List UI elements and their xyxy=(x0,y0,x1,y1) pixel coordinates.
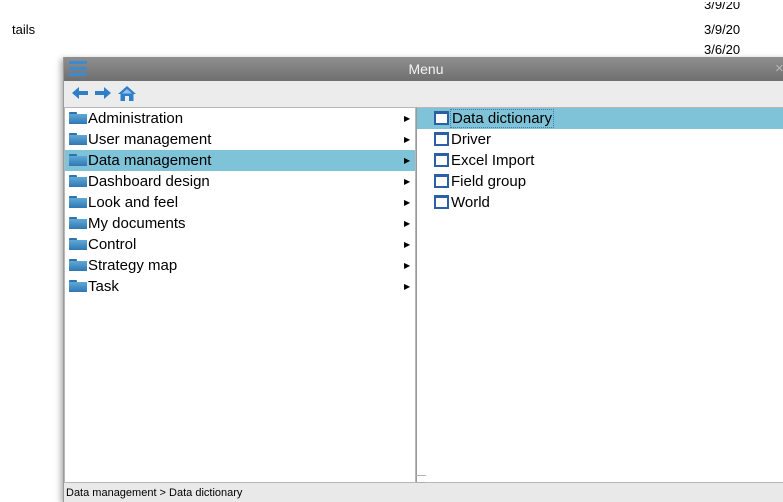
menu-item-look-and-feel[interactable]: Look and feel ▶ xyxy=(65,192,415,213)
background-date: 3/6/20 xyxy=(704,42,741,57)
submenu-item-excel-import[interactable]: Excel Import xyxy=(417,150,783,171)
document-icon xyxy=(434,153,449,167)
left-menu-pane: Administration ▶ User management ▶ Data … xyxy=(64,107,416,483)
submenu-arrow-icon: ▶ xyxy=(404,240,411,249)
back-arrow-icon[interactable] xyxy=(71,85,89,106)
home-icon[interactable] xyxy=(117,85,137,107)
close-icon[interactable]: × xyxy=(775,60,783,77)
document-icon xyxy=(434,132,449,146)
menu-item-task[interactable]: Task ▶ xyxy=(65,276,415,297)
background-date: 3/9/20 xyxy=(704,22,741,37)
menu-item-my-documents[interactable]: My documents ▶ xyxy=(65,213,415,234)
pane-resize-handle[interactable] xyxy=(416,475,426,483)
menu-item-label: Data management xyxy=(88,152,212,169)
folder-icon xyxy=(69,259,87,271)
menu-item-label: Control xyxy=(88,236,137,253)
menu-item-label: My documents xyxy=(88,215,186,232)
submenu-item-label: Field group xyxy=(451,173,527,190)
submenu-arrow-icon: ▶ xyxy=(404,282,411,291)
submenu-item-label: Data dictionary xyxy=(449,109,555,128)
folder-icon xyxy=(69,175,87,187)
menu-item-label: Administration xyxy=(88,110,184,127)
folder-icon xyxy=(69,112,87,124)
submenu-item-driver[interactable]: Driver xyxy=(417,129,783,150)
folder-icon xyxy=(69,238,87,250)
right-menu-pane: Data dictionary Driver Excel Import Fiel… xyxy=(416,107,783,483)
menu-item-label: Strategy map xyxy=(88,257,178,274)
menu-window: Menu × Administration ▶ User management … xyxy=(63,57,783,502)
submenu-item-label: Excel Import xyxy=(451,152,535,169)
toolbar xyxy=(64,81,783,107)
submenu-item-label: Driver xyxy=(451,131,491,148)
forward-arrow-icon[interactable] xyxy=(94,85,112,106)
submenu-item-field-group[interactable]: Field group xyxy=(417,171,783,192)
title-bar[interactable]: Menu × xyxy=(64,57,783,81)
menu-item-label: User management xyxy=(88,131,212,148)
menu-item-user-management[interactable]: User management ▶ xyxy=(65,129,415,150)
menu-item-dashboard-design[interactable]: Dashboard design ▶ xyxy=(65,171,415,192)
submenu-item-label: World xyxy=(451,194,490,211)
submenu-item-data-dictionary[interactable]: Data dictionary xyxy=(417,108,783,129)
status-bar: Data management > Data dictionary xyxy=(64,485,783,502)
menu-item-label: Look and feel xyxy=(88,194,179,211)
submenu-arrow-icon: ▶ xyxy=(404,198,411,207)
menu-item-label: Dashboard design xyxy=(88,173,210,190)
folder-icon xyxy=(69,133,87,145)
menu-item-label: Task xyxy=(88,278,119,295)
menu-item-data-management[interactable]: Data management ▶ xyxy=(65,150,415,171)
submenu-item-world[interactable]: World xyxy=(417,192,783,213)
document-icon xyxy=(434,111,449,125)
background-date: 3/9/20 xyxy=(704,2,741,12)
menu-item-administration[interactable]: Administration ▶ xyxy=(65,108,415,129)
submenu-arrow-icon: ▶ xyxy=(404,114,411,123)
submenu-arrow-icon: ▶ xyxy=(404,261,411,270)
window-title: Menu xyxy=(408,61,444,77)
folder-icon xyxy=(69,196,87,208)
submenu-arrow-icon: ▶ xyxy=(404,177,411,186)
document-icon xyxy=(434,195,449,209)
submenu-arrow-icon: ▶ xyxy=(404,219,411,228)
submenu-arrow-icon: ▶ xyxy=(404,156,411,165)
folder-icon xyxy=(69,154,87,166)
document-icon xyxy=(434,174,449,188)
folder-icon xyxy=(69,280,87,292)
background-label: tails xyxy=(12,22,36,37)
submenu-arrow-icon: ▶ xyxy=(404,135,411,144)
menu-item-control[interactable]: Control ▶ xyxy=(65,234,415,255)
folder-icon xyxy=(69,217,87,229)
menu-item-strategy-map[interactable]: Strategy map ▶ xyxy=(65,255,415,276)
